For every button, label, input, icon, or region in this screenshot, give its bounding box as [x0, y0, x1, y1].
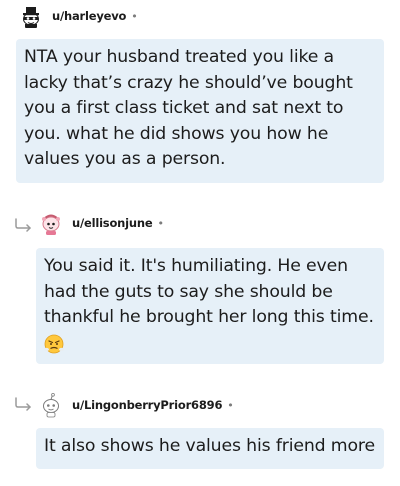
comment-header: u/ellisonjune •: [38, 210, 164, 236]
comment-text: It also shows he values his friend more: [44, 436, 375, 456]
user-avatar[interactable]: [38, 210, 64, 236]
user-avatar[interactable]: [18, 3, 44, 29]
comment-text: You said it. It's humiliating. He even h…: [44, 256, 374, 327]
separator-dot: •: [131, 9, 138, 23]
comment-text: NTA your husband treated you like a lack…: [24, 47, 353, 169]
comment-header: u/LingonberryPrior6896 •: [38, 392, 234, 418]
comment-body: It also shows he values his friend more: [36, 428, 384, 469]
snoo-tophat-avatar-icon: [23, 7, 39, 28]
comment-body: NTA your husband treated you like a lack…: [16, 39, 384, 183]
reply-arrow-icon: [15, 397, 31, 411]
username[interactable]: u/LingonberryPrior6896: [72, 398, 222, 412]
username[interactable]: u/harleyevo: [52, 9, 126, 23]
separator-dot: •: [157, 216, 164, 230]
angry-steam-face-emoji-icon: [44, 334, 64, 353]
snoo-pink-avatar-icon: [42, 214, 60, 235]
separator-dot: •: [227, 398, 234, 412]
comment-header: u/harleyevo •: [18, 3, 138, 29]
user-avatar[interactable]: [38, 392, 64, 418]
snoo-default-avatar-icon: [43, 392, 59, 418]
reply-arrow-icon: [15, 218, 31, 232]
comment-body: You said it. It's humiliating. He even h…: [36, 248, 384, 364]
username[interactable]: u/ellisonjune: [72, 216, 153, 230]
